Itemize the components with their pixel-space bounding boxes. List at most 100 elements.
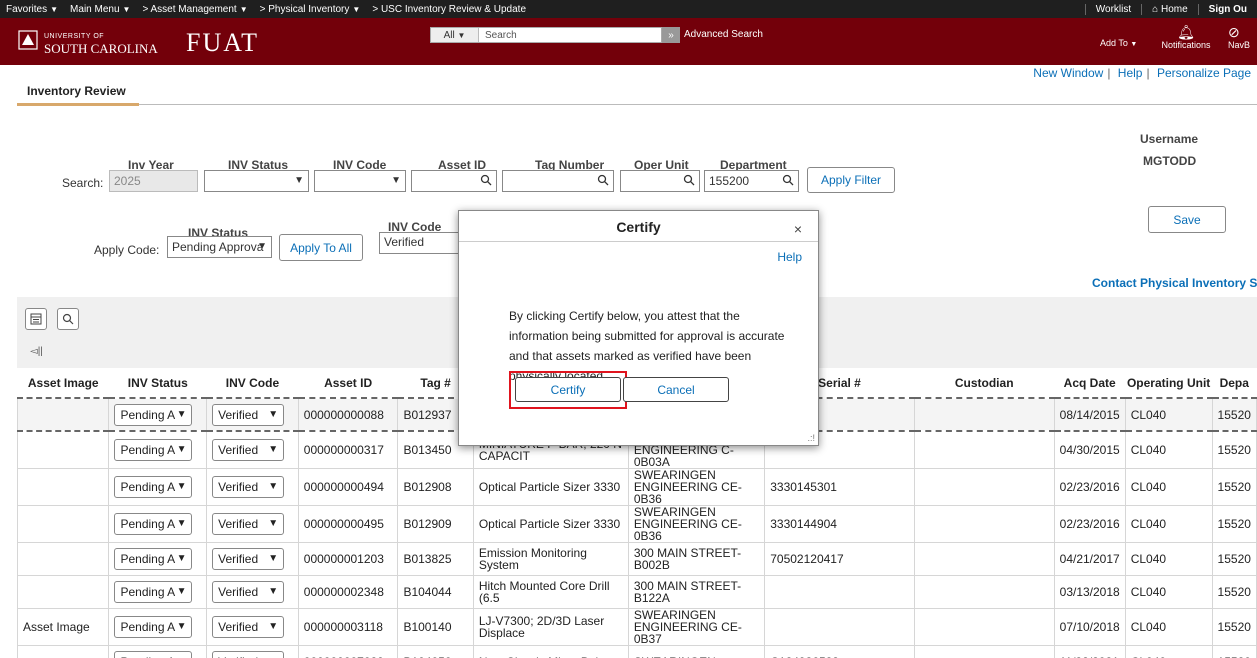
add-to-menu[interactable]: Add To ▼ xyxy=(1100,38,1137,48)
column-header[interactable]: Acq Date xyxy=(1054,368,1126,399)
caret-down-icon: ▼ xyxy=(239,4,248,14)
grid-view-button[interactable] xyxy=(25,308,47,330)
column-header[interactable]: INV Status xyxy=(108,368,207,399)
row-inv-code-select[interactable]: Verified▼ xyxy=(212,476,285,498)
row-inv-code-select[interactable]: Verified▼ xyxy=(212,439,285,461)
home-link[interactable]: ⌂ Home xyxy=(1141,3,1198,15)
worklist-link[interactable]: Worklist xyxy=(1084,3,1141,15)
grid-search-button[interactable] xyxy=(57,308,79,330)
dialog-divider xyxy=(459,241,818,242)
favorites-menu[interactable]: Favorites ▼ xyxy=(0,4,64,15)
collapse-columns-icon[interactable]: ◅|| xyxy=(30,346,43,357)
row-inv-code-select[interactable]: Verified▼ xyxy=(212,616,285,638)
chevron-down-icon: ▼ xyxy=(176,408,187,420)
search-scope-select[interactable]: All ▼ xyxy=(431,28,479,42)
row-inv-status-select[interactable]: Pending A▼ xyxy=(114,476,193,498)
navbar-button[interactable]: ⊘ NavB xyxy=(1228,24,1257,50)
search-icon[interactable] xyxy=(782,174,794,186)
tag-number-input[interactable] xyxy=(502,170,614,192)
table-row[interactable]: Pending A▼ Verified▼ 000000007029B104050Ne… xyxy=(16,645,1257,658)
table-row[interactable]: Pending A ▼ Verified ▼ 000000002348 B104044 Hi… xyxy=(16,575,1257,609)
chevron-down-icon: ▼ xyxy=(176,444,187,455)
inv-code-select[interactable]: ▼ xyxy=(314,170,406,192)
main-menu-label: Main Menu xyxy=(70,3,120,15)
row-inv-code-value: Verified xyxy=(218,480,259,494)
column-header[interactable]: Operating Unit xyxy=(1125,368,1213,399)
table-row[interactable]: Pending A ▼ Verified ▼ 000000001203 B013825 Em… xyxy=(16,542,1257,576)
column-header[interactable]: Custodian xyxy=(914,368,1055,399)
search-icon[interactable] xyxy=(683,174,695,186)
asset-image-cell[interactable]: Asset Image xyxy=(16,608,110,646)
search-icon[interactable] xyxy=(480,174,492,186)
row-inv-status-select[interactable]: Pending A▼ xyxy=(114,513,193,535)
resize-grip-icon[interactable]: .:! xyxy=(807,433,815,443)
asset-id-input[interactable] xyxy=(411,170,497,192)
personalize-page-link[interactable]: Personalize Page xyxy=(1157,66,1251,80)
new-window-link[interactable]: New Window xyxy=(1033,66,1103,80)
row-inv-status-select[interactable]: Pending A▼ xyxy=(114,439,193,461)
save-button[interactable]: Save xyxy=(1148,206,1226,233)
breadcrumb-physical-inventory[interactable]: > Physical Inventory ▼ xyxy=(254,4,367,15)
row-inv-code-select[interactable]: Verified▼ xyxy=(212,581,285,603)
help-link[interactable]: Help xyxy=(1118,66,1143,80)
cancel-button[interactable]: Cancel xyxy=(623,377,729,402)
row-inv-code-select[interactable]: Verified▼ xyxy=(212,651,285,658)
navbar-label: NavB xyxy=(1228,40,1251,50)
row-inv-status-select[interactable]: Pending A▼ xyxy=(114,616,193,638)
notifications-button[interactable]: 🔔︎ Notifications xyxy=(1160,24,1212,50)
search-go-button[interactable]: » xyxy=(662,27,680,43)
tab-inventory-review[interactable]: Inventory Review xyxy=(27,84,126,98)
asset-image-cell xyxy=(16,468,110,506)
caret-down-icon: ▼ xyxy=(457,30,466,40)
table-row[interactable]: Asset Image Pending A ▼ Verified ▼ 0000000031… xyxy=(16,608,1257,646)
search-input[interactable]: Search xyxy=(479,30,517,41)
sign-out-link[interactable]: Sign Ou xyxy=(1197,3,1257,15)
row-inv-code-select[interactable]: Verified▼ xyxy=(212,403,285,426)
column-header[interactable]: Asset ID xyxy=(298,368,398,399)
acq-date-cell: 04/21/2017 xyxy=(1053,542,1126,576)
close-icon[interactable]: × xyxy=(794,221,802,237)
table-row[interactable]: Pending A ▼ Verified ▼ 000000000495 B012909 Op… xyxy=(16,505,1257,543)
apply-code-label: Apply Code: xyxy=(94,243,160,257)
description-cell: Optical Particle Sizer 3330 xyxy=(472,468,629,506)
inv-status-select[interactable]: ▼ xyxy=(204,170,309,192)
breadcrumb-asset-management[interactable]: > Asset Management ▼ xyxy=(136,4,253,15)
column-header[interactable]: Depa xyxy=(1212,368,1257,399)
asset-id-cell: 000000002348 xyxy=(297,575,399,609)
department-input[interactable]: 155200 xyxy=(704,170,799,192)
search-icon[interactable] xyxy=(597,174,609,186)
asset-image-cell xyxy=(16,505,110,543)
apply-inv-code-select[interactable]: Verified xyxy=(379,232,459,254)
tag-cell: B012909 xyxy=(397,505,474,543)
custodian-cell xyxy=(913,542,1055,576)
row-inv-status-select[interactable]: Pending A▼ xyxy=(114,581,193,603)
row-inv-status-select[interactable]: Pending A▼ xyxy=(114,403,193,426)
inv-code-cell: Verified ▼ xyxy=(206,468,299,506)
oper-unit-input[interactable] xyxy=(620,170,700,192)
contact-support-link[interactable]: Contact Physical Inventory Suppo xyxy=(1092,276,1257,290)
global-search[interactable]: All ▼ Search xyxy=(430,27,662,43)
tag-cell: B100140 xyxy=(397,608,474,646)
chevron-down-icon: ▼ xyxy=(257,241,267,252)
row-inv-status-select[interactable]: Pending A▼ xyxy=(114,548,193,570)
inv-status-cell: Pending A▼ xyxy=(108,397,208,432)
location-cell: 300 MAIN STREET-B002B xyxy=(627,542,766,576)
tag-cell: B104050 xyxy=(397,645,474,658)
table-row[interactable]: Pending A ▼ Verified ▼ 000000000494 B012908 Op… xyxy=(16,468,1257,506)
main-menu[interactable]: Main Menu ▼ xyxy=(64,4,136,15)
chevron-down-icon: ▼ xyxy=(176,586,187,597)
advanced-search-link[interactable]: Advanced Search xyxy=(684,29,763,40)
favorites-label: Favorites xyxy=(6,3,48,15)
apply-inv-status-select[interactable]: Pending Approva ▼ xyxy=(167,236,272,258)
row-inv-code-select[interactable]: Verified▼ xyxy=(212,548,285,570)
inv-year-field: 2025 xyxy=(109,170,198,192)
row-inv-code-select[interactable]: Verified▼ xyxy=(212,513,285,535)
column-header[interactable]: Asset Image xyxy=(17,368,109,399)
apply-filter-button[interactable]: Apply Filter xyxy=(807,167,895,193)
column-header[interactable]: INV Code xyxy=(206,368,299,399)
dialog-help-link[interactable]: Help xyxy=(777,250,802,264)
compass-icon: ⊘ xyxy=(1228,24,1240,40)
apply-to-all-button[interactable]: Apply To All xyxy=(279,234,363,261)
row-inv-status-select[interactable]: Pending A▼ xyxy=(114,651,193,658)
certify-button[interactable]: Certify xyxy=(515,377,621,402)
